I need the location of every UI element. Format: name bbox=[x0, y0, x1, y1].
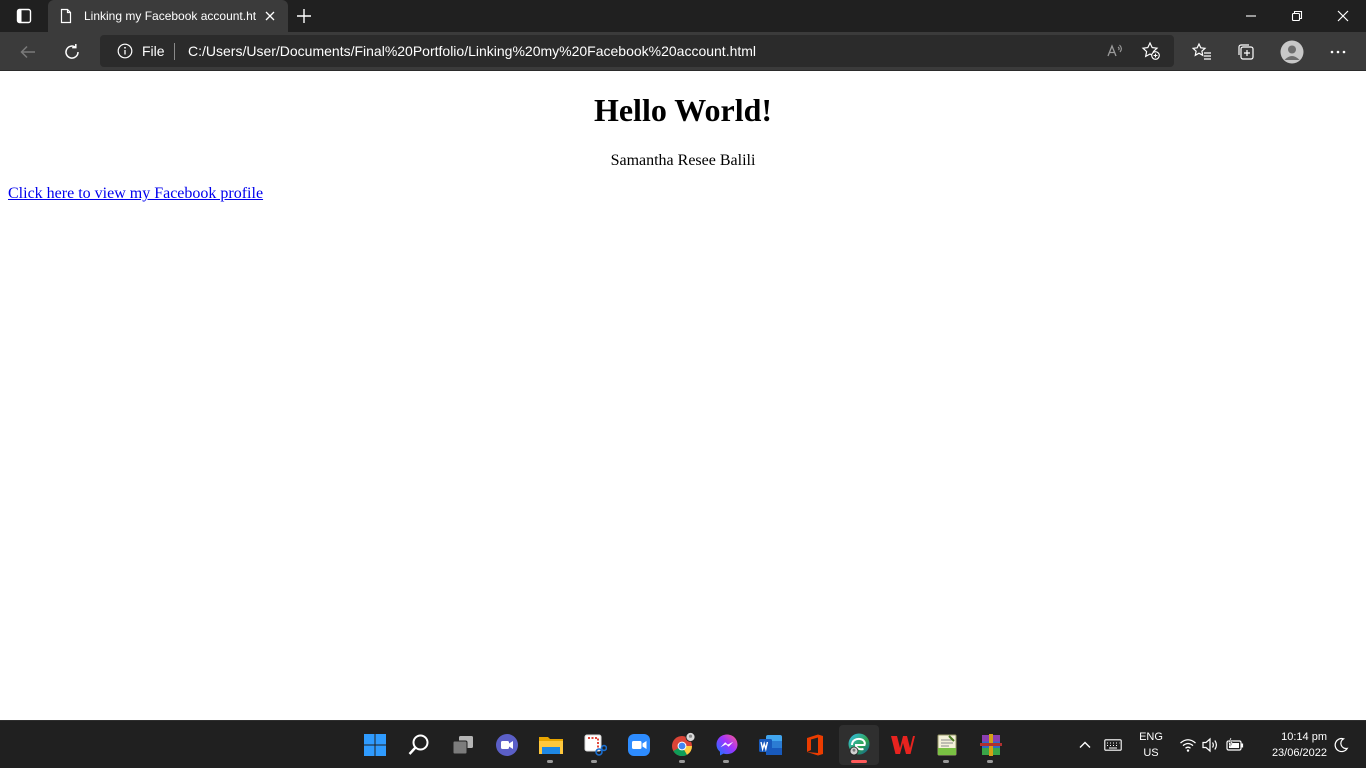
running-indicator bbox=[943, 760, 949, 763]
close-icon bbox=[1337, 10, 1349, 22]
minimize-button[interactable] bbox=[1228, 0, 1274, 32]
close-icon bbox=[265, 11, 275, 21]
page-icon bbox=[58, 8, 74, 24]
region-code: US bbox=[1143, 747, 1159, 759]
notepad-plus-button[interactable] bbox=[927, 725, 967, 765]
restore-button[interactable] bbox=[1274, 0, 1320, 32]
site-info-icon[interactable] bbox=[117, 43, 133, 59]
favorites-button[interactable] bbox=[1186, 36, 1218, 68]
restore-icon bbox=[1291, 10, 1303, 22]
wps-office-button[interactable] bbox=[883, 725, 923, 765]
profile-button[interactable] bbox=[1276, 36, 1308, 68]
task-view-button[interactable] bbox=[443, 725, 483, 765]
plus-icon bbox=[297, 9, 311, 23]
running-indicator bbox=[723, 760, 729, 763]
running-indicator bbox=[679, 760, 685, 763]
close-window-button[interactable] bbox=[1320, 0, 1366, 32]
url-scheme-label: File bbox=[142, 43, 165, 59]
browser-titlebar: Linking my Facebook account.html bbox=[0, 0, 1366, 32]
windows-logo-icon bbox=[364, 734, 386, 756]
wps-icon bbox=[891, 736, 915, 754]
running-indicator bbox=[591, 760, 597, 763]
archive-icon bbox=[980, 734, 1002, 756]
word-button[interactable] bbox=[751, 725, 791, 765]
keyboard-icon bbox=[1104, 739, 1122, 751]
winrar-button[interactable] bbox=[971, 725, 1011, 765]
moon-icon bbox=[1334, 737, 1349, 753]
more-horizontal-icon bbox=[1330, 50, 1346, 54]
messenger-button[interactable] bbox=[707, 725, 747, 765]
collections-icon bbox=[1238, 44, 1254, 60]
settings-more-button[interactable] bbox=[1322, 36, 1354, 68]
avatar-icon bbox=[1280, 40, 1304, 64]
browser-tab[interactable]: Linking my Facebook account.html bbox=[48, 0, 288, 32]
task-view-icon bbox=[452, 736, 473, 755]
address-divider bbox=[174, 43, 175, 60]
snipping-tool-button[interactable] bbox=[575, 725, 615, 765]
favorites-icon bbox=[1192, 42, 1211, 60]
messenger-icon bbox=[716, 734, 738, 756]
close-tab-button[interactable] bbox=[262, 8, 278, 24]
url-text[interactable]: C:/Users/User/Documents/Final%20Portfoli… bbox=[188, 43, 756, 59]
wifi-icon bbox=[1180, 739, 1196, 752]
collections-button[interactable] bbox=[1230, 36, 1262, 68]
office-button[interactable] bbox=[795, 725, 835, 765]
volume-icon bbox=[1202, 737, 1217, 753]
windows-taskbar: ENG US 10:14 pm 23/06/2022 bbox=[0, 720, 1366, 768]
clock[interactable]: 10:14 pm 23/06/2022 bbox=[1254, 721, 1330, 768]
chrome-icon bbox=[672, 732, 696, 757]
arrow-left-icon bbox=[20, 45, 35, 59]
start-button[interactable] bbox=[355, 725, 395, 765]
add-favorite-icon[interactable] bbox=[1141, 41, 1161, 61]
tab-actions-icon bbox=[16, 8, 32, 24]
language-code: ENG bbox=[1139, 731, 1163, 743]
edge-button[interactable] bbox=[839, 725, 879, 765]
author-name: Samantha Resee Balili bbox=[610, 152, 756, 169]
running-indicator bbox=[547, 760, 553, 763]
snip-icon bbox=[584, 734, 607, 756]
browser-toolbar: File C:/Users/User/Documents/Final%20Por… bbox=[0, 32, 1366, 71]
search-icon bbox=[408, 734, 429, 755]
file-explorer-button[interactable] bbox=[531, 725, 571, 765]
web-page-content: Hello World! Samantha Resee Balili Click… bbox=[0, 71, 1366, 720]
quick-settings-button[interactable] bbox=[1176, 721, 1248, 768]
clock-date: 23/06/2022 bbox=[1271, 747, 1327, 759]
new-tab-button[interactable] bbox=[292, 4, 316, 28]
active-indicator bbox=[851, 760, 867, 763]
video-camera-icon bbox=[628, 734, 650, 756]
facebook-profile-link[interactable]: Click here to view my Facebook profile bbox=[8, 185, 263, 203]
chevron-up-icon bbox=[1079, 741, 1091, 748]
tab-actions-button[interactable] bbox=[4, 0, 44, 32]
language-indicator[interactable]: ENG US bbox=[1132, 721, 1170, 768]
office-icon bbox=[807, 734, 823, 756]
chat-icon bbox=[496, 734, 518, 756]
edge-icon bbox=[848, 733, 870, 756]
clock-time: 10:14 pm bbox=[1281, 731, 1327, 743]
chrome-button[interactable] bbox=[663, 725, 703, 765]
chat-button[interactable] bbox=[487, 725, 527, 765]
refresh-icon bbox=[65, 44, 79, 59]
running-indicator bbox=[987, 760, 993, 763]
notepad-icon bbox=[937, 734, 957, 756]
focus-assist-button[interactable] bbox=[1330, 721, 1352, 768]
back-button[interactable] bbox=[12, 36, 44, 68]
touch-keyboard-button[interactable] bbox=[1100, 721, 1126, 768]
page-heading: Hello World! bbox=[593, 92, 773, 128]
folder-icon bbox=[539, 737, 563, 754]
address-bar[interactable]: File C:/Users/User/Documents/Final%20Por… bbox=[100, 35, 1174, 67]
word-icon bbox=[759, 735, 782, 755]
search-button[interactable] bbox=[399, 725, 439, 765]
zoom-button[interactable] bbox=[619, 725, 659, 765]
refresh-button[interactable] bbox=[56, 36, 88, 68]
tab-title: Linking my Facebook account.html bbox=[84, 9, 256, 23]
battery-icon bbox=[1226, 737, 1244, 751]
minimize-icon bbox=[1246, 15, 1256, 17]
read-aloud-icon[interactable] bbox=[1105, 41, 1125, 61]
show-hidden-icons-button[interactable] bbox=[1074, 721, 1096, 768]
